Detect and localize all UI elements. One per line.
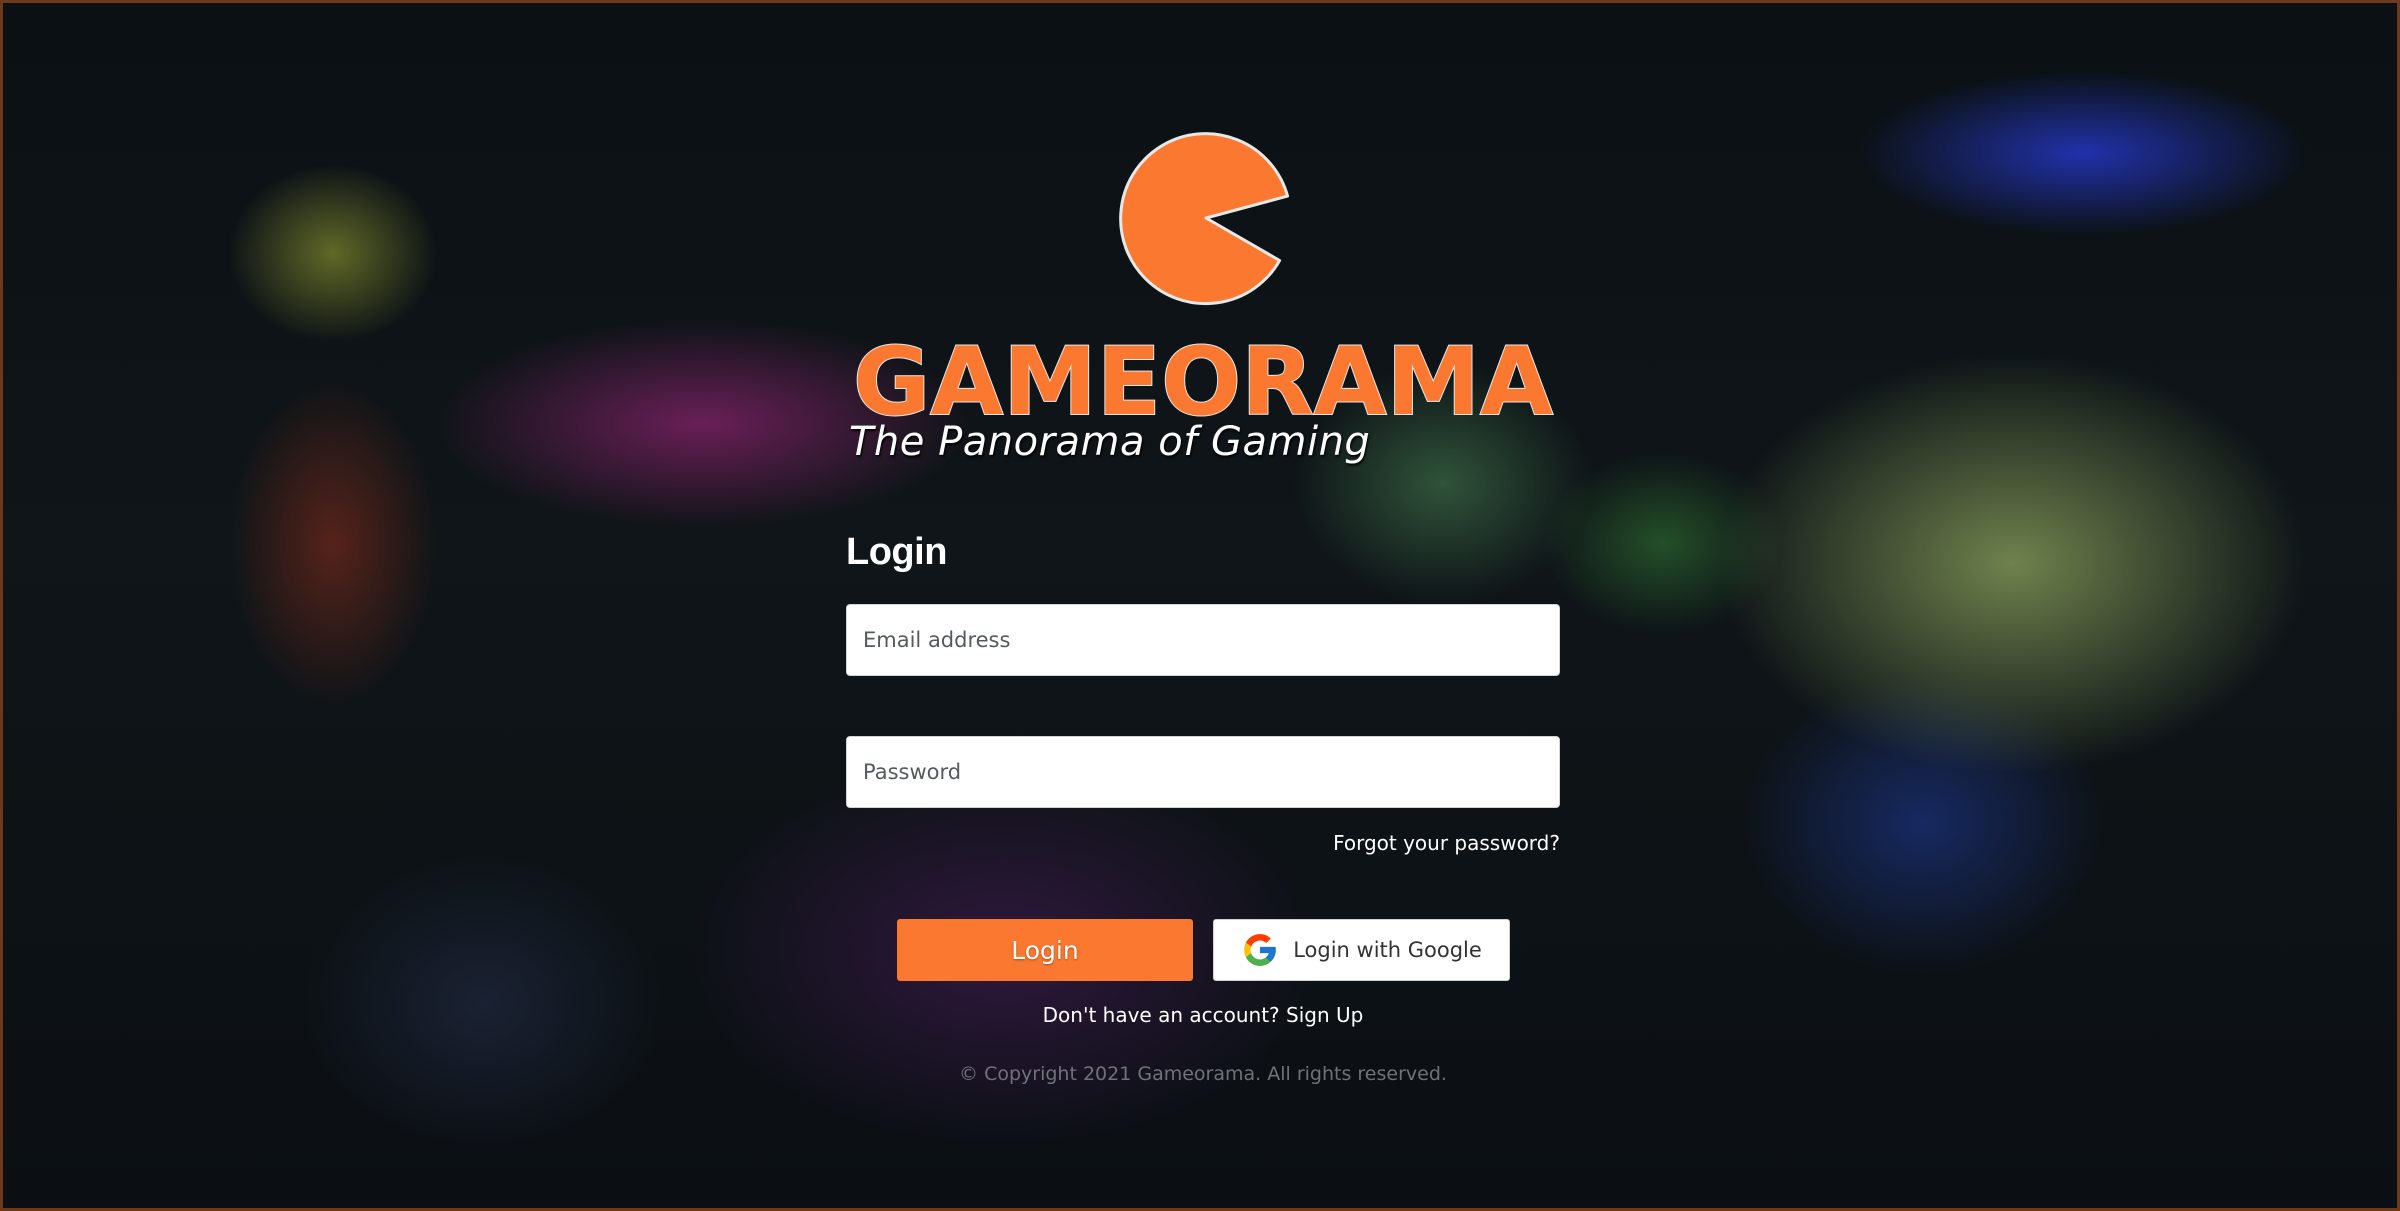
gameorama-logo-icon bbox=[1119, 132, 1290, 306]
brand-wordmark-text: GAMEORAMA bbox=[853, 331, 1553, 421]
login-heading: Login bbox=[846, 531, 947, 573]
email-field[interactable] bbox=[846, 604, 1560, 676]
google-g-icon bbox=[1244, 934, 1277, 966]
signup-prompt-text: Don't have an account? bbox=[1042, 1003, 1280, 1027]
login-with-google-label: Login with Google bbox=[1293, 938, 1482, 962]
forgot-password-link[interactable]: Forgot your password? bbox=[1333, 831, 1560, 855]
signup-prompt: Don't have an account? Sign Up bbox=[846, 1003, 1560, 1027]
login-button[interactable]: Login bbox=[897, 919, 1193, 981]
gameorama-wordmark: GAMEORAMA bbox=[852, 331, 1554, 421]
sign-up-link[interactable]: Sign Up bbox=[1286, 1003, 1363, 1027]
brand-tagline: The Panorama of Gaming bbox=[849, 419, 1371, 465]
copyright-notice: © Copyright 2021 Gameorama. All rights r… bbox=[959, 1063, 1447, 1085]
password-field[interactable] bbox=[846, 736, 1560, 808]
login-page: GAMEORAMA The Panorama of Gaming Login F… bbox=[0, 0, 2400, 1211]
login-with-google-button[interactable]: Login with Google bbox=[1213, 919, 1510, 981]
